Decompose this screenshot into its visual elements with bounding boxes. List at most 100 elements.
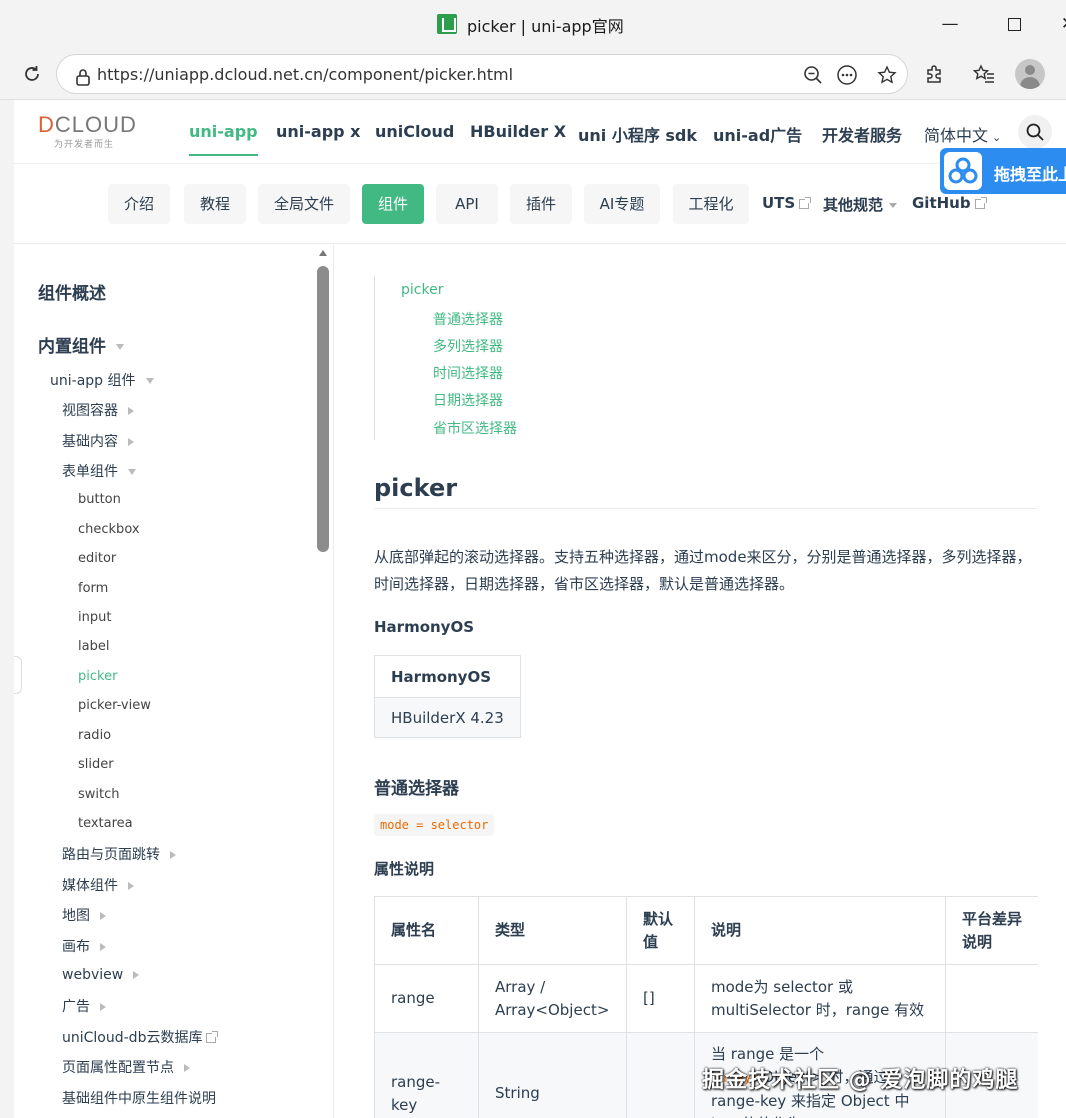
nav-uni-app-x[interactable]: uni-app x [276, 122, 361, 141]
sidebar-item-basic-content[interactable]: 基础内容 [62, 431, 134, 451]
collapse-icon [116, 344, 124, 350]
toc-item-time-picker[interactable]: 时间选择器 [433, 363, 503, 383]
sidebar-item-button[interactable]: button [78, 492, 121, 507]
tab-plugins[interactable]: 插件 [510, 184, 572, 224]
table-cell: range [374, 964, 479, 1033]
tab-uts[interactable]: UTS [762, 194, 812, 212]
expand-icon [100, 943, 106, 951]
sidebar-item-form-components[interactable]: 表单组件 [62, 461, 136, 481]
sidebar-item-map[interactable]: 地图 [62, 905, 106, 925]
dcloud-logo[interactable]: DCLOUD 为开发者而生 [38, 112, 138, 152]
table-header-cell: 平台差异说明 [945, 896, 1038, 965]
sidebar-item-checkbox[interactable]: checkbox [78, 522, 140, 537]
table-cell [945, 964, 1038, 1033]
sidebar-item-native-components[interactable]: 基础组件中原生组件说明 [62, 1088, 216, 1108]
sidebar-item-form[interactable]: form [78, 581, 108, 596]
lock-icon[interactable] [69, 63, 97, 91]
chevron-down-icon: ⌄ [992, 131, 1002, 144]
address-bar[interactable]: https://uniapp.dcloud.net.cn/component/p… [56, 54, 908, 94]
nav-developer-services[interactable]: 开发者服务 [822, 122, 902, 146]
sidebar-scrollbar[interactable] [317, 266, 329, 552]
reload-icon[interactable] [18, 60, 46, 88]
caret-down-icon [889, 203, 898, 208]
table-row: range Array / Array<Object> [] mode为 sel… [374, 964, 1038, 1033]
table-header-cell: 类型 [478, 896, 627, 965]
table-header-cell: HarmonyOS [374, 655, 521, 698]
sidebar-item-page-meta[interactable]: 页面属性配置节点 [62, 1057, 190, 1077]
toc-item-selector[interactable]: 普通选择器 [433, 309, 503, 329]
side-drawer-handle[interactable] [14, 656, 22, 694]
expand-icon [170, 851, 176, 859]
sidebar-item-uniapp-components[interactable]: uni-app 组件 [50, 370, 154, 390]
external-link-icon [206, 1031, 219, 1043]
nav-unicloud[interactable]: uniCloud [375, 122, 454, 141]
nav-hbuilderx[interactable]: HBuilder X [470, 122, 566, 141]
sidebar-item-routing[interactable]: 路由与页面跳转 [62, 844, 176, 864]
expand-icon [133, 971, 140, 979]
more-options-icon[interactable] [833, 61, 861, 89]
table-cell: String [478, 1032, 627, 1118]
table-cell: HBuilderX 4.23 [374, 697, 521, 738]
url-text[interactable]: https://uniapp.dcloud.net.cn/component/p… [97, 65, 513, 84]
sidebar-item-radio[interactable]: radio [78, 728, 111, 743]
sidebar-item-editor[interactable]: editor [78, 551, 116, 566]
tab-tutorial[interactable]: 教程 [184, 184, 246, 224]
sidebar-item-unicloud-db[interactable]: uniCloud-db云数据库 [62, 1027, 219, 1047]
tab-github[interactable]: GitHub [912, 194, 987, 212]
zoom-out-icon[interactable] [799, 61, 827, 89]
sidebar-item-overview[interactable]: 组件概述 [38, 279, 106, 304]
language-selector[interactable]: 简体中文 ⌄ [924, 122, 1001, 146]
sidebar-item-input[interactable]: input [78, 610, 111, 625]
minimize-button[interactable]: — [940, 14, 960, 34]
favorite-star-icon[interactable] [873, 61, 901, 89]
toc-item-region-picker[interactable]: 省市区选择器 [433, 418, 517, 438]
harmony-table: HarmonyOS HBuilderX 4.23 [374, 655, 521, 738]
window-title: picker | uni-app官网 [467, 17, 624, 36]
table-header-cell: 说明 [694, 896, 946, 965]
tab-intro[interactable]: 介绍 [108, 184, 170, 224]
tab-api[interactable]: API [436, 184, 498, 224]
search-button[interactable] [1018, 115, 1052, 149]
sidebar-item-canvas[interactable]: 画布 [62, 936, 106, 956]
collapse-icon [145, 378, 154, 384]
sidebar-item-builtin[interactable]: 内置组件 [38, 332, 124, 357]
sub-navigation: 介绍 教程 全局文件 组件 API 插件 AI专题 工程化 UTS 其他规范 G… [14, 164, 1066, 244]
nav-uni-ad[interactable]: uni-ad广告 [713, 122, 802, 146]
tab-global-files[interactable]: 全局文件 [258, 184, 350, 224]
tab-components[interactable]: 组件 [362, 184, 424, 224]
expand-icon [100, 912, 106, 920]
favorites-list-icon[interactable] [970, 60, 998, 88]
sidebar-item-switch[interactable]: switch [78, 787, 120, 802]
sidebar-item-textarea[interactable]: textarea [78, 816, 133, 831]
site-header: DCLOUD 为开发者而生 uni-app uni-app x uniCloud… [14, 100, 1066, 164]
table-cell [626, 1032, 695, 1118]
sidebar-item-media[interactable]: 媒体组件 [62, 875, 134, 895]
sidebar-item-slider[interactable]: slider [78, 757, 114, 772]
intro-paragraph: 从底部弹起的滚动选择器。支持五种选择器，通过mode来区分，分别是普通选择器，多… [374, 548, 1032, 593]
toc-item-multi-selector[interactable]: 多列选择器 [433, 336, 503, 356]
nav-uni-app[interactable]: uni-app [189, 122, 258, 156]
table-cell: Array / Array<Object> [478, 964, 627, 1033]
nav-uni-mp-sdk[interactable]: uni 小程序 sdk [578, 122, 697, 146]
sidebar-item-picker-view[interactable]: picker-view [78, 698, 151, 713]
maximize-button[interactable] [1004, 14, 1024, 34]
sidebar-item-ad[interactable]: 广告 [62, 996, 106, 1016]
sidebar-item-label[interactable]: label [78, 639, 109, 654]
extensions-icon[interactable] [920, 60, 948, 88]
tab-engineering[interactable]: 工程化 [673, 184, 749, 224]
main-content: picker 普通选择器 多列选择器 时间选择器 日期选择器 省市区选择器 pi… [374, 244, 1038, 1118]
sidebar-item-view-container[interactable]: 视图容器 [62, 400, 134, 420]
profile-avatar[interactable] [1015, 59, 1045, 89]
close-window-button[interactable]: ✕ [1058, 14, 1066, 34]
scroll-up-arrow-icon[interactable] [319, 250, 327, 256]
expand-icon [100, 1003, 106, 1011]
tab-other-specs[interactable]: 其他规范 [823, 194, 898, 215]
toc-item-date-picker[interactable]: 日期选择器 [433, 390, 503, 410]
section-title-selector: 普通选择器 [374, 779, 459, 799]
table-row: HarmonyOS [374, 655, 521, 698]
tab-ai[interactable]: AI专题 [584, 184, 660, 224]
table-cell: mode为 selector 或 multiSelector 时，range 有… [694, 964, 946, 1033]
sidebar-item-picker[interactable]: picker [78, 669, 117, 684]
sidebar-item-webview[interactable]: webview [62, 967, 140, 983]
toc-item-picker[interactable]: picker [401, 282, 443, 298]
